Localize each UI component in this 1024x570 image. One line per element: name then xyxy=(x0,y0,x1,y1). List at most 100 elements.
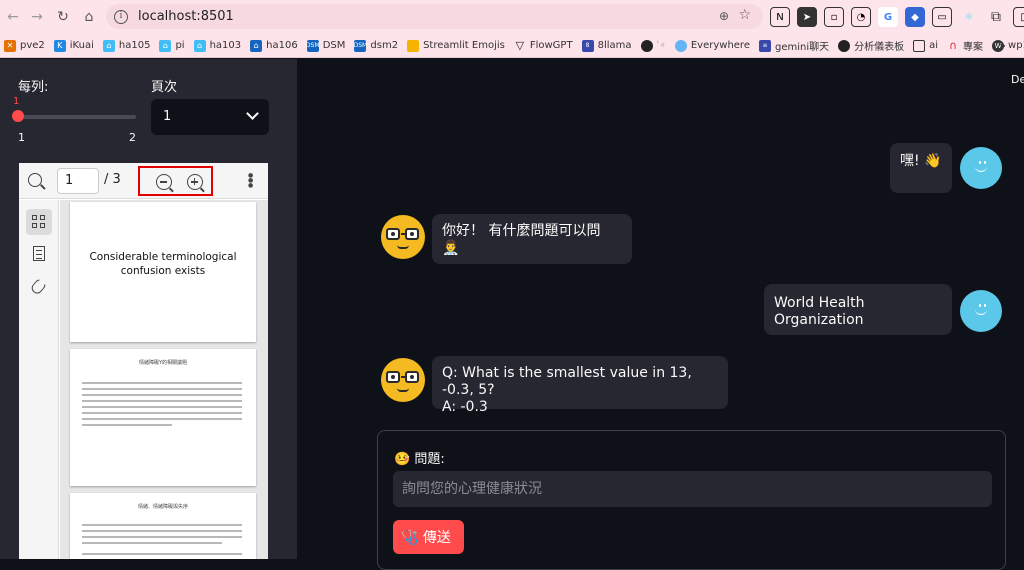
pdf-page-total: / 3 xyxy=(104,172,121,187)
bookmark-flowgpt[interactable]: ▽ FlowGPT xyxy=(514,39,573,52)
url-text[interactable]: localhost:8501 xyxy=(138,9,234,24)
page-select-label: 頁次 xyxy=(151,80,178,95)
reload-icon[interactable]: ↻ xyxy=(50,4,76,30)
assistant-message-2-answer: A: -0.3 xyxy=(442,399,488,415)
user-avatar xyxy=(960,290,1002,332)
puzzle-extensions-icon[interactable]: ⧉ xyxy=(986,7,1006,27)
zoom-out-icon[interactable] xyxy=(156,174,172,190)
address-bar[interactable]: i localhost:8501 ⊕ ☆ xyxy=(106,4,763,29)
gauge-extension-icon[interactable]: ◔ xyxy=(851,7,871,27)
question-label: 🤒 問題: xyxy=(394,452,445,467)
pdf-page-input[interactable]: 1 xyxy=(57,168,99,194)
slider-track[interactable] xyxy=(18,115,136,119)
more-options-icon[interactable]: ● ● ● xyxy=(248,173,253,189)
assistant-avatar xyxy=(381,358,425,402)
gemini-icon: ≡ xyxy=(758,39,771,52)
bookmark-ha105[interactable]: ⌂ ha105 xyxy=(102,39,150,52)
circle-logo-icon xyxy=(640,39,653,52)
chat-extension-icon[interactable]: ▭ xyxy=(932,7,952,27)
notion-extension-icon[interactable]: N xyxy=(770,7,790,27)
pdf-viewer: 1 / 3 ● ● ● Considerable terminological … xyxy=(19,163,268,559)
chevron-down-icon xyxy=(246,107,259,120)
thumbnails-button[interactable] xyxy=(26,209,52,235)
assistant-message-1-text: 你好！ 有什麼問題可以問 👨‍⚕️ xyxy=(442,223,601,256)
flag-extension-icon[interactable]: ◆ xyxy=(905,7,925,27)
deploy-button[interactable]: De xyxy=(1011,73,1024,86)
google-extension-icon[interactable]: G xyxy=(878,7,898,27)
per-row-label: 每列: xyxy=(18,80,49,95)
home-assistant-icon: ⌂ xyxy=(102,39,115,52)
bookmark-star-icon[interactable]: ☆ xyxy=(738,7,751,23)
extensions-bar: N ➤ ▫ ◔ G ◆ ▭ ⚛ ⧉ ▯ xyxy=(770,7,1024,27)
slider-current-value: 1 xyxy=(13,96,20,107)
zoom-controls-highlight xyxy=(138,166,213,196)
box-extension-icon[interactable]: ▫ xyxy=(824,7,844,27)
slider-min-label: 1 xyxy=(18,131,25,144)
homebridge-icon: ⌂ xyxy=(250,39,263,52)
side-panel-icon[interactable]: ▯ xyxy=(1013,7,1024,27)
page-select-value: 1 xyxy=(163,109,172,124)
bookmark-everywhere[interactable]: Everywhere xyxy=(674,39,750,52)
bookmarks-overflow-icon[interactable]: » xyxy=(999,39,1006,52)
zoom-in-icon[interactable] xyxy=(187,174,203,190)
user-message-2-text: World Health Organization xyxy=(774,295,865,328)
bookmark-unnamed[interactable]: ʾ∘ xyxy=(640,39,666,52)
bookmarks-bar: ✕ pve2 KiKuai ⌂ ha105 ⌂ pi ⌂ ha103 ⌂ ha106 DS… xyxy=(0,34,1024,58)
home-assistant-icon: ⌂ xyxy=(193,39,206,52)
dashboard-icon xyxy=(838,39,851,52)
question-input[interactable] xyxy=(393,471,992,507)
pdf-pages-area[interactable]: Considerable terminological confusion ex… xyxy=(60,200,268,559)
pdf-page-3-title: 情緒、情緒障礙與失序 xyxy=(137,504,188,510)
bookmark-ha106[interactable]: ⌂ ha106 xyxy=(250,39,298,52)
send-button[interactable]: 🩺 傳送 xyxy=(393,520,464,554)
pdf-page-2-title: 情緒障礙Y的相關議題 xyxy=(138,360,188,366)
bookmark-dashboard[interactable]: 分析儀表板 xyxy=(838,38,904,53)
forward-arrow-icon[interactable]: → xyxy=(24,4,50,30)
pdf-page-1-text: Considerable terminological confusion ex… xyxy=(89,251,237,277)
bookmark-pi[interactable]: ⌂ pi xyxy=(159,39,185,52)
home-icon[interactable]: ⌂ xyxy=(76,4,102,30)
bookmark-ha103[interactable]: ⌂ ha103 xyxy=(193,39,241,52)
question-form: 🤒 問題: 🩺 傳送 xyxy=(377,430,1006,570)
back-arrow-icon[interactable]: ← xyxy=(0,4,26,30)
dsm-icon: DSM xyxy=(354,39,367,52)
paperclip-icon xyxy=(29,277,48,296)
bookmark-ai[interactable]: ai xyxy=(913,39,938,52)
slider-thumb[interactable] xyxy=(12,110,24,122)
bookmark-pve2[interactable]: ✕ pve2 xyxy=(4,39,45,52)
user-message-2: World Health Organization xyxy=(764,284,952,335)
react-devtools-icon[interactable]: ⚛ xyxy=(959,7,979,27)
chat-bubble-icon xyxy=(674,39,687,52)
attachments-button[interactable] xyxy=(26,273,52,299)
sidebar: 每列: 1 1 2 頁次 1 1 / 3 ● ● ● Considerable … xyxy=(0,59,297,559)
8llama-icon: 8 xyxy=(581,39,594,52)
bookmark-wp1[interactable]: Wwp1 xyxy=(992,39,1024,52)
page-select[interactable]: 1 xyxy=(151,99,269,135)
site-info-icon[interactable]: i xyxy=(114,9,128,24)
send-extension-icon[interactable]: ➤ xyxy=(797,7,817,27)
proxmox-icon: ✕ xyxy=(4,39,16,52)
folder-icon xyxy=(407,39,420,52)
user-message-1-text: 嘿! 👋 xyxy=(900,153,942,169)
bookmark-dsm2[interactable]: DSM dsm2 xyxy=(354,39,398,52)
arch-icon: ∩ xyxy=(949,39,958,52)
bookmark-streamlit-emojis[interactable]: Streamlit Emojis xyxy=(407,39,505,52)
pdf-page-1: Considerable terminological confusion ex… xyxy=(70,202,256,342)
document-outline-icon xyxy=(33,246,45,261)
flowgpt-icon: ▽ xyxy=(515,39,525,52)
bookmark-dsm[interactable]: DSM DSM xyxy=(306,39,345,52)
zoom-indicator-icon[interactable]: ⊕ xyxy=(719,9,729,23)
pdf-page-3: 情緒、情緒障礙與失序 xyxy=(70,493,256,559)
bookmark-projects[interactable]: ∩ 專案 xyxy=(947,38,983,53)
bookmark-8llama[interactable]: 8 8llama xyxy=(581,39,632,52)
outline-button[interactable] xyxy=(26,241,52,267)
folder-icon xyxy=(913,39,926,52)
user-message-1: 嘿! 👋 xyxy=(890,143,952,193)
pdf-page-2: 情緒障礙Y的相關議題 xyxy=(70,349,256,486)
bookmark-ikuai[interactable]: KiKuai xyxy=(53,39,94,52)
bookmark-gemini[interactable]: ≡ gemini聊天 xyxy=(758,38,829,53)
user-avatar xyxy=(960,147,1002,189)
search-icon[interactable] xyxy=(28,173,42,187)
dsm-icon: DSM xyxy=(306,39,320,52)
browser-toolbar: ← → ↻ ⌂ i localhost:8501 ⊕ ☆ N ➤ ▫ ◔ G ◆… xyxy=(0,0,1024,34)
